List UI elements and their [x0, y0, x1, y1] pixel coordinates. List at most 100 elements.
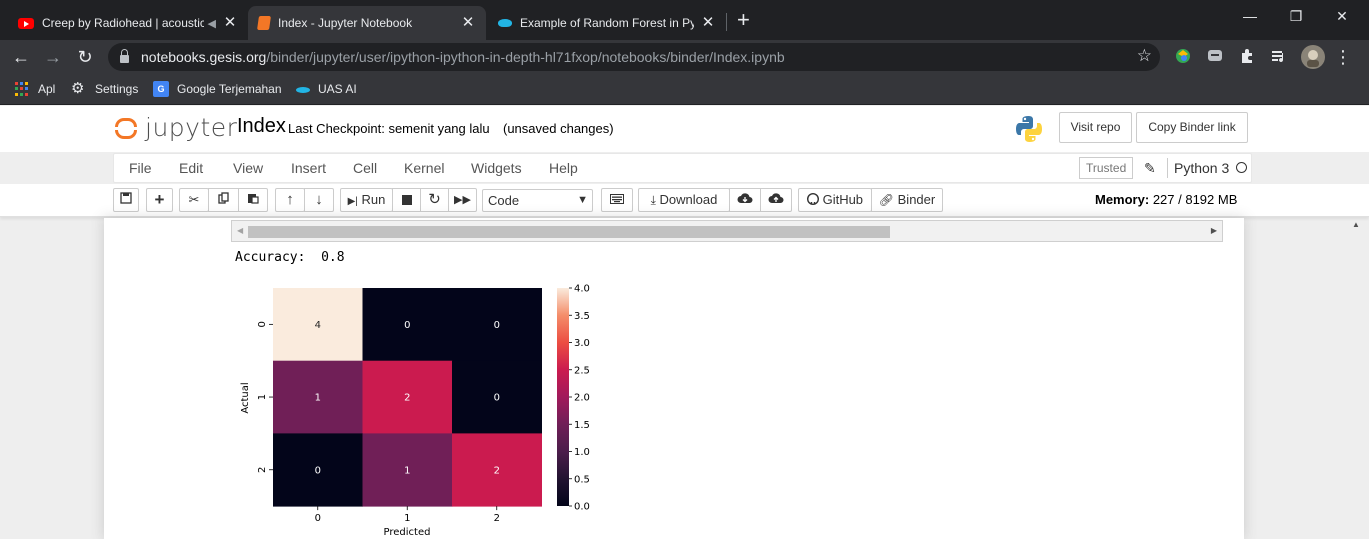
notebook-name[interactable]: Index [237, 115, 286, 138]
extension-globe-icon[interactable] [1174, 48, 1192, 66]
close-window-button[interactable]: ✕ [1319, 8, 1365, 25]
menu-view[interactable]: View [233, 160, 263, 176]
cell-annotation: 2 [404, 393, 410, 404]
x-tick-label: 1 [404, 513, 410, 524]
scroll-left-arrow-icon[interactable]: ◀ [237, 226, 243, 235]
restore-button[interactable]: ❐ [1273, 8, 1319, 25]
binder-button[interactable]: 🔗︎ Binder [871, 188, 943, 212]
cell-annotation: 0 [494, 320, 500, 331]
github-button[interactable]: GitHub [798, 188, 872, 212]
memory-value: 227 / 8192 MB [1152, 192, 1238, 207]
move-down-button[interactable]: ↓ [304, 188, 334, 212]
insert-cell-button[interactable]: + [146, 188, 173, 212]
cell-type-select[interactable]: Code ▼ [482, 189, 593, 212]
restart-run-all-button[interactable]: ▶▶ [448, 188, 477, 212]
close-tab-icon[interactable]: ✕ [700, 15, 716, 31]
bookmark-settings[interactable]: ⚙ Settings [71, 81, 138, 97]
cloud-upload-button[interactable] [760, 188, 792, 212]
new-tab-button[interactable]: + [737, 9, 750, 31]
close-tab-icon[interactable]: ✕ [460, 15, 476, 31]
copy-binder-link-button[interactable]: Copy Binder link [1136, 112, 1248, 143]
media-queue-icon[interactable] [1270, 48, 1288, 66]
close-tab-icon[interactable]: ✕ [222, 15, 238, 31]
colorbar-tick-label: 3.0 [574, 338, 590, 349]
paste-icon [248, 194, 259, 204]
scroll-right-arrow-icon[interactable]: ▶ [1211, 226, 1217, 235]
menu-kernel[interactable]: Kernel [404, 160, 444, 176]
tab-random-forest[interactable]: Example of Random Forest in Pyt ✕ [488, 6, 726, 40]
interrupt-kernel-button[interactable] [392, 188, 421, 212]
paste-button[interactable] [238, 188, 268, 212]
menu-insert[interactable]: Insert [291, 160, 326, 176]
arrow-down-icon: ↓ [315, 191, 323, 208]
colorbar-tick-labels: 0.0 0.5 1.0 1.5 2.0 2.5 3.0 3.5 4.0 [569, 284, 590, 513]
tab-title: Creep by Radiohead | acoustic [42, 16, 204, 30]
gear-icon: ⚙ [71, 80, 85, 97]
confusion-matrix-heatmap: 4 0 01 2 00 1 2 012 012 Predicted Actual 0.00.… [240, 284, 590, 539]
address-bar[interactable]: notebooks.gesis.org/binder/jupyter/user/… [108, 43, 1160, 71]
lock-icon[interactable] [120, 49, 129, 63]
extensions-puzzle-icon[interactable] [1238, 48, 1256, 66]
colorbar-tick-label: 1.0 [574, 447, 590, 458]
command-palette-button[interactable] [601, 188, 633, 212]
cell-annotation: 0 [494, 393, 500, 404]
minimize-button[interactable]: — [1227, 8, 1273, 24]
tab-jupyter[interactable]: Index - Jupyter Notebook ✕ [248, 6, 486, 40]
tab-youtube[interactable]: Creep by Radiohead | acoustic ◀︎ ✕ [8, 6, 248, 40]
restart-kernel-button[interactable]: ↻ [420, 188, 449, 212]
apps-icon [14, 81, 30, 97]
url-text[interactable]: notebooks.gesis.org/binder/jupyter/user/… [141, 49, 785, 65]
menu-widgets[interactable]: Widgets [471, 160, 522, 176]
extension-chat-icon[interactable] [1206, 48, 1224, 66]
menu-edit[interactable]: Edit [179, 160, 203, 176]
stop-icon [401, 195, 412, 205]
jupyter-logo[interactable]: jupyter [115, 113, 237, 142]
forward-button[interactable]: → [40, 44, 66, 70]
download-button[interactable]: ⤓ Download [638, 188, 730, 212]
x-axis-label: Predicted [384, 527, 431, 538]
visit-repo-button[interactable]: Visit repo [1059, 112, 1132, 143]
back-button[interactable]: ← [8, 44, 34, 70]
colorbar-tick-label: 1.5 [574, 420, 590, 431]
tab-title: Index - Jupyter Notebook [278, 16, 413, 30]
menu-help[interactable]: Help [549, 160, 578, 176]
trusted-indicator[interactable]: Trusted [1079, 157, 1134, 179]
menu-file[interactable]: File [129, 160, 152, 176]
edit-mode-pencil-icon: ✎ [1144, 160, 1156, 176]
y-tick-label: 2 [257, 467, 268, 473]
bookmark-label: UAS AI [318, 82, 357, 96]
menu-cell[interactable]: Cell [353, 160, 377, 176]
chevron-down-icon: ▼ [577, 194, 588, 206]
browser-menu-icon[interactable]: ⋮ [1334, 48, 1352, 66]
random-forest-icon [498, 19, 512, 27]
cloud-download-button[interactable] [729, 188, 761, 212]
cloud-upload-icon [768, 193, 784, 203]
audio-muted-icon[interactable]: ◀︎ [208, 17, 216, 30]
cut-button[interactable]: ✂ [179, 188, 209, 212]
output-horizontal-scrollbar[interactable]: ◀ ▶ [231, 220, 1223, 242]
cell-annotation: 0 [315, 465, 321, 476]
bookmark-google-translate[interactable]: G Google Terjemahan [153, 81, 282, 97]
move-up-button[interactable]: ↑ [275, 188, 305, 212]
copy-button[interactable] [208, 188, 239, 212]
y-axis-label: Actual [240, 382, 251, 413]
download-label: Download [659, 192, 718, 207]
run-button[interactable]: ▶︎| Run [340, 188, 393, 212]
kernel-name[interactable]: Python 3 [1167, 158, 1229, 178]
save-button[interactable] [113, 188, 139, 212]
colorbar-tick-label: 0.5 [574, 474, 590, 485]
step-forward-icon: ▶︎| [347, 196, 358, 207]
scrollbar-thumb[interactable] [248, 226, 890, 238]
scroll-up-arrow-icon[interactable]: ▲ [1352, 220, 1360, 229]
x-tick-labels: 0 1 2 [315, 506, 500, 524]
bookmark-apps[interactable]: Apl [14, 81, 55, 97]
restart-icon: ↻ [428, 191, 441, 208]
uas-ai-icon [296, 87, 310, 93]
bookmark-star-icon[interactable]: ☆ [1137, 46, 1152, 66]
bookmark-uas-ai[interactable]: UAS AI [296, 81, 357, 97]
profile-avatar[interactable] [1301, 45, 1325, 69]
reload-button[interactable]: ↻ [72, 44, 98, 70]
fast-forward-icon: ▶▶ [454, 194, 471, 206]
copy-icon [217, 192, 229, 204]
memory-usage: Memory: 227 / 8192 MB [1095, 192, 1237, 207]
